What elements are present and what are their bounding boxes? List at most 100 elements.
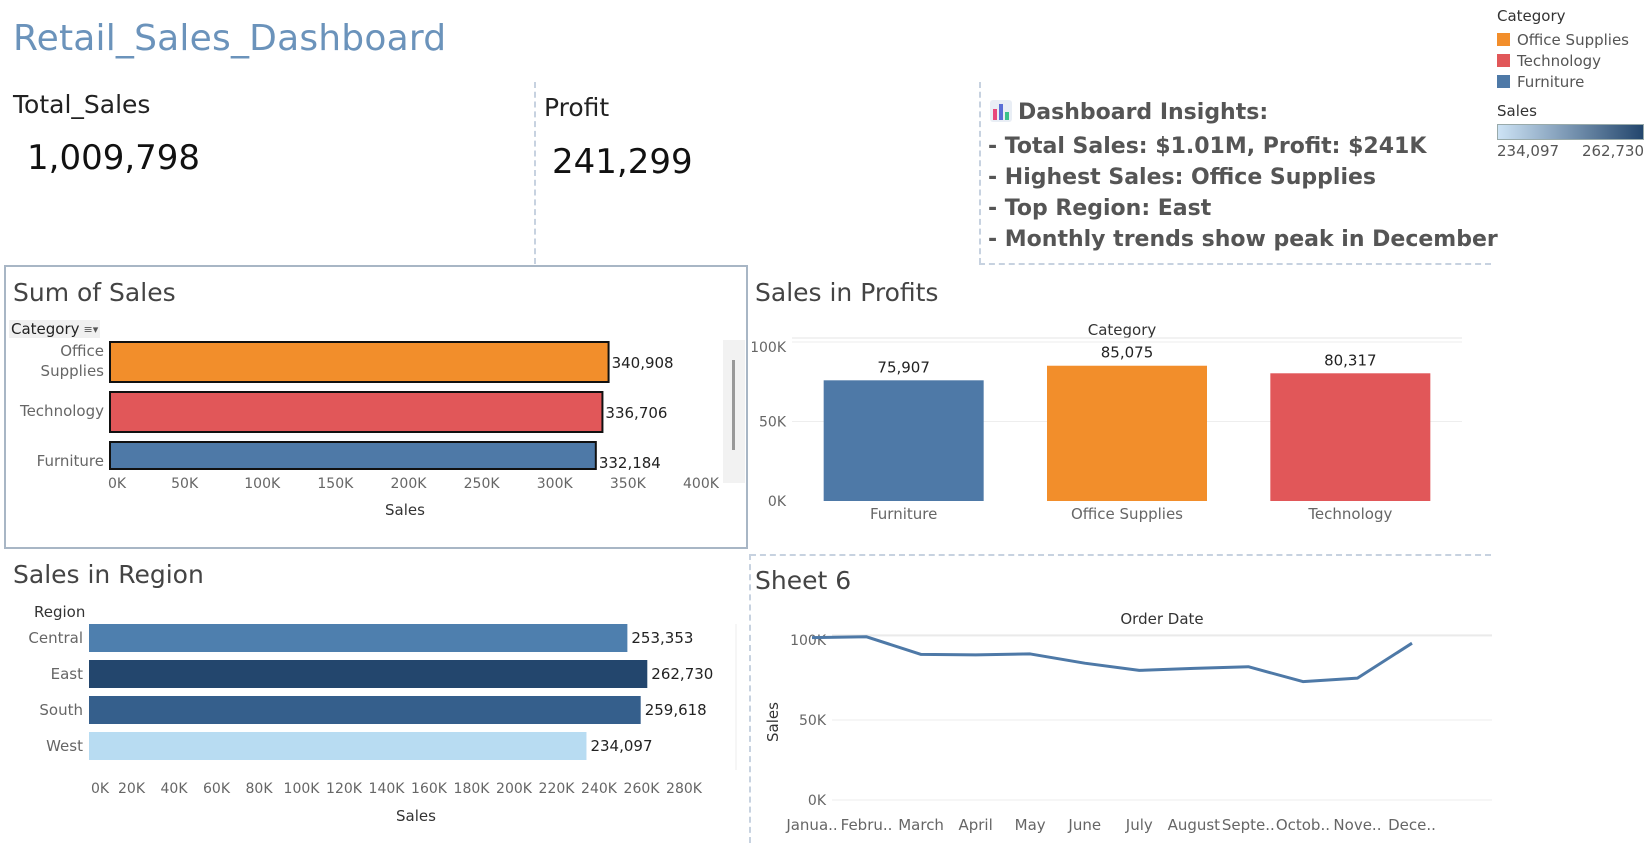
category-label: Technology (1307, 505, 1392, 523)
insight-line: - Top Region: East (988, 196, 1212, 221)
x-tick-label: 160K (411, 781, 448, 797)
x-tick-label: 80K (246, 781, 274, 797)
x-tick-label: Dece.. (1388, 816, 1436, 834)
x-tick-label: March (898, 816, 944, 834)
y-tick-label: 0K (808, 793, 827, 809)
x-tick-label: 120K (326, 781, 363, 797)
y-axis-title: Sales (764, 702, 782, 742)
bar (109, 441, 597, 470)
category-label: Office Supplies (1071, 505, 1183, 523)
x-axis-title: Order Date (1120, 610, 1203, 628)
data-label: 332,184 (599, 454, 661, 472)
data-label: 262,730 (651, 665, 713, 683)
data-label: 259,618 (645, 701, 707, 719)
category-label: South (39, 701, 83, 719)
insight-line: - Highest Sales: Office Supplies (988, 165, 1377, 190)
x-tick-label: 250K (464, 476, 501, 492)
x-tick-label: April (958, 816, 992, 834)
data-label: 336,706 (605, 404, 667, 422)
total-sales-label: Total_Sales (13, 90, 151, 119)
kpi-divider (534, 82, 536, 264)
legend-category-title: Category (1497, 7, 1566, 25)
total-sales-value: 1,009,798 (27, 138, 201, 178)
x-tick-label: Septe.. (1222, 816, 1275, 834)
insights-divider (979, 82, 981, 264)
y-tick-label: 100K (752, 340, 787, 356)
sales-max-label: 262,730 (1581, 142, 1644, 160)
sales-min-label: 234,097 (1497, 142, 1560, 160)
sheet6-title: Sheet 6 (755, 566, 852, 595)
sales-in-region-title: Sales in Region (13, 560, 204, 589)
sales-in-region-chart: Region 253,353 Central 262,730 East 259,618 So… (28, 603, 737, 825)
x-tick-label: 40K (161, 781, 189, 797)
category-label: Furniture (870, 505, 937, 523)
bar (109, 341, 610, 383)
data-label: 85,075 (1101, 344, 1154, 362)
sum-of-sales-title: Sum of Sales (13, 278, 176, 307)
sort-icon[interactable]: ≡▾ (84, 323, 99, 336)
x-tick-label: 60K (203, 781, 231, 797)
legend-item-technology[interactable]: Technology (1497, 50, 1644, 71)
scrollbar-thumb[interactable] (732, 360, 735, 450)
bar (89, 732, 587, 760)
bar (1270, 373, 1431, 501)
x-tick-label: 260K (624, 781, 661, 797)
category-label: Supplies (41, 362, 105, 380)
profit-label: Profit (544, 93, 610, 122)
x-tick-label: 200K (391, 476, 428, 492)
insight-line: - Monthly trends show peak in December (988, 227, 1498, 252)
x-tick-label: Febru.. (841, 816, 893, 834)
x-tick-label: 180K (454, 781, 491, 797)
bar (89, 660, 648, 688)
x-tick-label: 20K (118, 781, 146, 797)
bottom-vertical-divider (749, 554, 751, 843)
data-label: 253,353 (631, 629, 693, 647)
x-tick-label: Octob.. (1276, 816, 1330, 834)
bar (89, 624, 628, 652)
x-tick-label: 350K (610, 476, 647, 492)
x-tick-label: 400K (683, 476, 720, 492)
x-axis-title: Sales (385, 501, 425, 519)
y-axis-title: Region (34, 603, 85, 621)
legend-item-label: Furniture (1517, 72, 1585, 91)
category-label: Central (28, 629, 83, 647)
sales-color-gradient (1497, 124, 1644, 140)
x-tick-label: 300K (537, 476, 574, 492)
data-label: 75,907 (877, 358, 930, 376)
sales-in-profits-title: Sales in Profits (755, 278, 939, 307)
legend-item-office-supplies[interactable]: Office Supplies (1497, 29, 1644, 50)
dashboard-insights: Dashboard Insights: - Total Sales: $1.01… (988, 97, 1498, 255)
y-tick-label: 100K (790, 633, 827, 649)
right-mid-divider (750, 554, 1491, 556)
legend-item-label: Office Supplies (1517, 30, 1630, 49)
bar (109, 391, 604, 433)
y-tick-label: 50K (799, 713, 827, 729)
y-tick-label: 0K (768, 494, 787, 510)
data-label: 234,097 (590, 737, 652, 755)
legend-swatch (1497, 54, 1510, 67)
x-tick-label: 50K (171, 476, 199, 492)
sales-line (811, 635, 1413, 684)
x-tick-label: July (1125, 816, 1153, 834)
x-tick-label: June (1067, 816, 1101, 834)
x-tick-label: August (1168, 816, 1221, 834)
x-tick-label: Nove.. (1333, 816, 1381, 834)
sum-of-sales-scrollbar[interactable] (723, 340, 745, 483)
bar (823, 380, 984, 501)
x-tick-label: May (1015, 816, 1046, 834)
legend-item-label: Technology (1517, 51, 1602, 70)
sheet6-chart: Order Date Sales 0K 50K 100K Janua.. Febru.. Ma… (764, 610, 1492, 834)
category-label: Office (60, 342, 104, 360)
legend-swatch (1497, 75, 1510, 88)
insight-line: - Total Sales: $1.01M, Profit: $241K (988, 134, 1427, 159)
legend-sales-title: Sales (1497, 102, 1537, 120)
x-axis-title: Category (1088, 321, 1157, 339)
sales-in-profits-chart: Category 0K 50K 100K 75,907 Furniture 85,075 Of… (752, 321, 1462, 523)
x-axis-title: Sales (396, 807, 436, 825)
category-label: Furniture (37, 452, 104, 470)
category-label: Technology (19, 402, 104, 420)
insights-heading-row: Dashboard Insights: (990, 97, 1498, 131)
x-tick-label: 200K (496, 781, 533, 797)
legend-item-furniture[interactable]: Furniture (1497, 71, 1644, 92)
x-tick-label: 0K (91, 781, 110, 797)
